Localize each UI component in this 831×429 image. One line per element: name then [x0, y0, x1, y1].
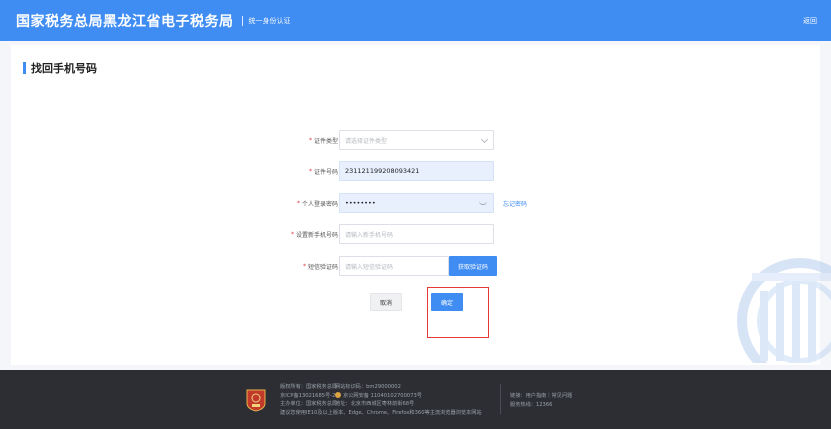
id-type-placeholder: 请选择证件类型: [345, 137, 388, 145]
row-id-type: * 证件类型 请选择证件类型: [11, 130, 820, 150]
top-header: 国家税务总局黑龙江省电子税务局 统一身份认证 返回: [0, 0, 831, 41]
id-number-value: 231121199208093421: [345, 167, 420, 175]
footer-divider: [500, 384, 501, 414]
brand-divider: [241, 15, 243, 26]
service-hotline: 服务热线：12366: [510, 401, 553, 408]
row-id-number: * 证件号码 231121199208093421: [11, 161, 820, 181]
forgot-password-link[interactable]: 忘记密码: [503, 193, 527, 213]
get-sms-code-button[interactable]: 获取验证码: [449, 256, 497, 276]
tax-badge-icon: [246, 389, 266, 412]
section-title: 找回手机号码: [23, 60, 97, 76]
chevron-down-icon: [480, 135, 489, 144]
new-phone-label: * 设置新手机号码: [290, 230, 338, 239]
brand-title: 国家税务总局黑龙江省电子税务局: [16, 13, 234, 30]
sms-code-placeholder: 请输入短信验证码: [345, 263, 394, 271]
cancel-button[interactable]: 取消: [370, 293, 402, 311]
id-number-input[interactable]: 231121199208093421: [339, 161, 494, 181]
id-type-select[interactable]: 请选择证件类型: [339, 130, 494, 150]
section-title-bar: [23, 62, 26, 74]
id-number-label: * 证件号码: [308, 167, 338, 176]
sms-code-label: * 短信验证码: [302, 262, 338, 271]
password-label: * 个人登录密码: [296, 199, 338, 208]
new-phone-input[interactable]: 请输入新手机号码: [339, 224, 494, 244]
footer-text: 网站标识码：bm29000002: [335, 384, 401, 390]
return-link[interactable]: 返回: [803, 16, 817, 26]
main-card: 找回手机号码 * 证件类型 请选择证件类型 * 证件号码 2311211992080…: [11, 45, 831, 365]
new-phone-placeholder: 请输入新手机号码: [345, 231, 394, 239]
password-value: ••••••••: [345, 199, 376, 207]
id-type-label: * 证件类型: [308, 136, 338, 145]
row-new-phone: * 设置新手机号码 请输入新手机号码: [11, 224, 820, 244]
sms-code-input[interactable]: 请输入短信验证码: [339, 256, 449, 276]
eye-closed-icon[interactable]: [479, 201, 487, 205]
brand-subtitle: 统一身份认证: [248, 16, 291, 25]
footer-links[interactable]: 链接：用户指南｜常见问题: [510, 392, 572, 401]
footer-col-site-info: 网站标识码：bm29000002 京公网安备 11040102700073号 地…: [335, 383, 422, 409]
footer: 版权所有：国家税务总局 京ICP备13021685号-2 主办单位：国家税务总局…: [0, 370, 831, 429]
row-password: * 个人登录密码 •••••••• 忘记密码: [11, 193, 820, 213]
password-input[interactable]: ••••••••: [339, 193, 494, 213]
footer-col-links: 链接：用户指南｜常见问题 服务热线：12366: [510, 392, 572, 409]
police-badge-icon: [335, 392, 341, 398]
browser-notice: 建议您使用IE10及以上版本、Edge、Chrome、Firefox和360等主…: [280, 409, 482, 416]
highlight-box: [427, 287, 489, 338]
footer-text: 地址：北京市西城区枣林前街68号: [335, 401, 415, 407]
footer-text: 京公网安备 11040102700073号: [335, 392, 422, 401]
row-sms-code: * 短信验证码 请输入短信验证码 获取验证码: [11, 256, 820, 276]
tax-emblem-watermark: [737, 258, 831, 363]
page-title: 找回手机号码: [31, 62, 97, 75]
